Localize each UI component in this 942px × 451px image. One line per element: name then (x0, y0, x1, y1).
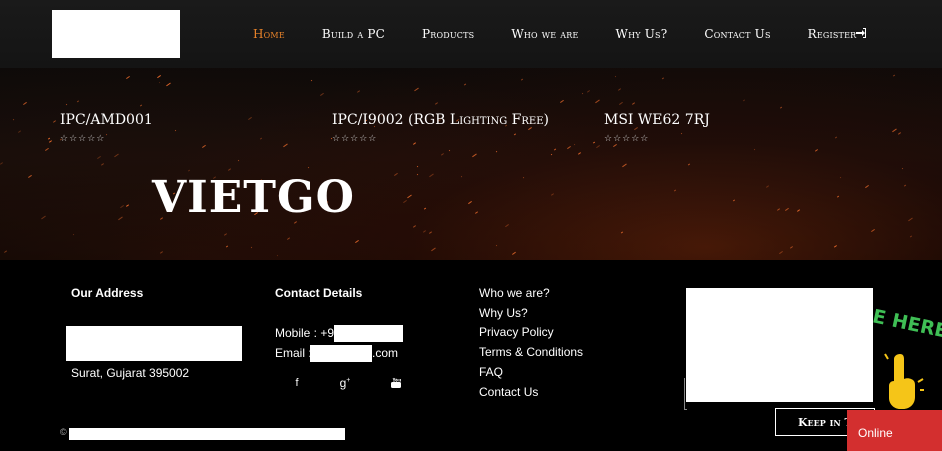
footer-link-contact-us[interactable]: Contact Us (479, 385, 538, 399)
address-city: Surat, Gujarat 395002 (71, 366, 190, 380)
footer-link-terms[interactable]: Terms & Conditions (479, 345, 583, 359)
google-plus-icon[interactable]: g+ (338, 376, 352, 390)
contact-title: Contact Details (275, 286, 363, 300)
nav-products[interactable]: Products (422, 27, 474, 41)
spark (72, 233, 75, 235)
product-card[interactable]: IPC/AMD001 ☆☆☆☆☆ (60, 112, 153, 144)
product-card[interactable]: IPC/I9002 (RGB Lighting Free) ☆☆☆☆☆ (332, 112, 549, 144)
email-suffix[interactable]: .com (372, 346, 398, 360)
mobile-redacted (334, 325, 403, 342)
subscribe-input-border (684, 378, 687, 410)
nav-build-a-pc[interactable]: Build a PC (322, 27, 385, 41)
footer-link-who-we-are[interactable]: Who we are? (479, 286, 550, 300)
site-logo[interactable] (52, 10, 180, 58)
nav-home[interactable]: Home (253, 27, 285, 41)
footer-link-privacy-policy[interactable]: Privacy Policy (479, 325, 554, 339)
rating-stars: ☆☆☆☆☆ (60, 134, 106, 144)
product-card[interactable]: MSI WE62 7RJ ☆☆☆☆☆ (604, 112, 710, 144)
site-header: Home Build a PC Products Who we are Why … (0, 0, 942, 68)
sign-in-icon[interactable] (855, 27, 867, 39)
nav-who-we-are[interactable]: Who we are (511, 27, 578, 41)
email-label: Email : (275, 346, 312, 360)
mobile-label: Mobile : +91 (275, 326, 341, 340)
subscribe-box-redacted (686, 288, 873, 402)
online-chat-button[interactable]: Online (847, 410, 942, 451)
product-title[interactable]: IPC/AMD001 (60, 112, 153, 128)
nav-why-us[interactable]: Why Us? (616, 27, 668, 41)
youtube-icon[interactable] (389, 377, 403, 389)
nav-register[interactable]: Register (808, 27, 857, 41)
product-title[interactable]: MSI WE62 7RJ (604, 112, 710, 128)
nav-contact-us[interactable]: Contact Us (704, 27, 770, 41)
main-nav: Home Build a PC Products Who we are Why … (253, 0, 893, 68)
rating-stars: ☆☆☆☆☆ (604, 134, 650, 144)
spark (276, 254, 279, 256)
spark (158, 81, 161, 84)
copyright-symbol: © (60, 427, 67, 437)
footer-link-faq[interactable]: FAQ (479, 365, 503, 379)
copyright-redacted (69, 428, 345, 440)
product-title[interactable]: IPC/I9002 (RGB Lighting Free) (332, 112, 549, 128)
spark (416, 173, 418, 176)
spark (620, 231, 623, 233)
address-redacted (66, 326, 242, 361)
spark (901, 167, 904, 169)
pointing-hand-icon (884, 353, 924, 409)
address-title: Our Address (71, 286, 144, 300)
email-redacted (310, 345, 372, 362)
brand-name: VIETGO (152, 172, 355, 223)
facebook-icon[interactable]: f (290, 377, 304, 389)
rating-stars: ☆☆☆☆☆ (332, 134, 378, 144)
footer-link-why-us[interactable]: Why Us? (479, 306, 528, 320)
